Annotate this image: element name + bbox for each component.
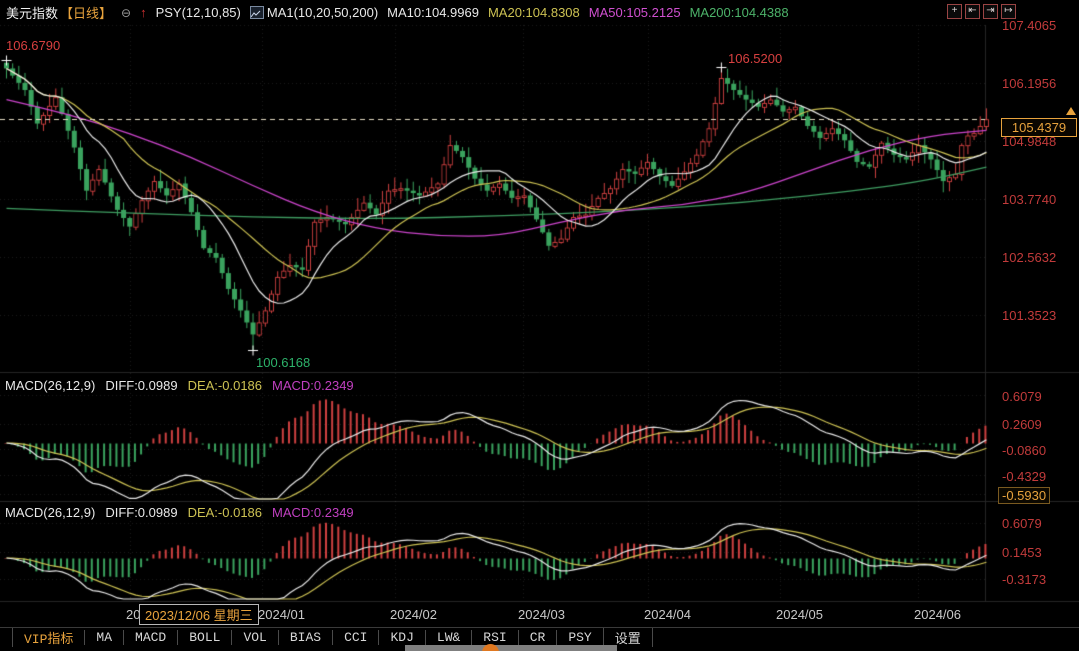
indicator-icon[interactable] [249,6,264,19]
current-price-box: 105.4379 [1001,118,1077,137]
macd2-axis-label: 0.1453 [1002,545,1042,560]
macd2-title[interactable]: MACD(26,12,9) [5,505,95,520]
macd2-axis-label: -0.3173 [1002,572,1047,587]
price-axis-label: 101.3523 [1002,308,1057,323]
ma200-value: MA200:104.4388 [689,5,789,20]
high-annotation-left: 106.6790 [6,38,61,53]
macd2-axis-label: 0.6079 [1002,516,1042,531]
month-label: 2024/02 [390,607,437,622]
macd2-macd-value: MACD:0.2349 [272,505,354,520]
chart-app: 美元指数 【日线】 ⊖ ↑ PSY(12,10,85) MA1(10,20,50… [0,0,1079,651]
macd2-dea-value: DEA:-0.0186 [187,505,263,520]
month-label: 2024/03 [518,607,565,622]
tab-kdj[interactable]: KDJ [378,630,424,645]
indicator-tab-bar: VIP指标 MA MACD BOLL VOL BIAS CCI KDJ LW& RSI CR PSY 设… [0,627,1079,647]
tab-lw[interactable]: LW& [424,630,471,645]
macd1-axis-label: -0.5930 [998,487,1051,504]
price-axis-label: 107.4065 [1002,18,1057,33]
macd1-dea-value: DEA:-0.0186 [187,378,263,393]
tab-boll[interactable]: BOLL [177,630,231,645]
period-label[interactable]: 【日线】 [60,3,112,22]
ma-group-label[interactable]: MA1(10,20,50,200) [267,5,378,20]
macd1-axis-label: 0.6079 [1002,389,1042,404]
tab-macd[interactable]: MACD [123,630,177,645]
tab-cci[interactable]: CCI [332,630,378,645]
price-axis-label: 102.5632 [1002,250,1057,265]
tab-bias[interactable]: BIAS [277,630,332,645]
macd1-title[interactable]: MACD(26,12,9) [5,378,95,393]
shift-right-icon[interactable]: ⇥ [983,4,998,19]
symbol-name: 美元指数 [6,6,59,21]
macd1-axis-label: 0.2609 [1002,417,1042,432]
tab-rsi[interactable]: RSI [471,630,517,645]
month-label: 2024/06 [914,607,961,622]
tab-psy[interactable]: PSY [556,630,602,645]
bottom-scrollbar[interactable] [405,645,617,651]
high-annotation-mid: 106.5200 [728,51,783,66]
ma50-value: MA50:105.2125 [588,5,681,20]
tab-ma[interactable]: MA [84,630,123,645]
shift-left-icon[interactable]: ⇤ [965,4,980,19]
month-label: 2024/01 [258,607,305,622]
price-marker-triangle-icon [1066,107,1076,115]
tab-vol[interactable]: VOL [231,630,277,645]
macd-panel2-header: MACD(26,12,9) DIFF:0.0989 DEA:-0.0186 MA… [5,505,354,520]
collapse-icon[interactable]: ⊖ [121,6,131,20]
macd2-diff-value: DIFF:0.0989 [105,505,178,520]
up-arrow-icon: ↑ [140,5,147,20]
jump-latest-icon[interactable]: ↦ [1001,4,1016,19]
tab-vip[interactable]: VIP指标 [12,628,84,647]
macd1-axis-label: -0.0860 [1002,443,1047,458]
price-axis-label: 103.7740 [1002,192,1057,207]
month-label: 2024/05 [776,607,823,622]
macd-panel1-header: MACD(26,12,9) DIFF:0.0989 DEA:-0.0186 MA… [5,378,354,393]
chart-canvas[interactable] [0,0,1079,651]
pan-icon[interactable]: + [947,4,962,19]
low-annotation: 100.6168 [256,355,311,370]
macd1-diff-value: DIFF:0.0989 [105,378,178,393]
macd1-axis-label: -0.4329 [1002,469,1047,484]
month-label: 2024/04 [644,607,691,622]
tab-cr[interactable]: CR [517,630,557,645]
top-right-toolbar: + ⇤ ⇥ ↦ [947,4,1016,19]
psy-indicator-label[interactable]: PSY(12,10,85) [156,5,241,20]
macd1-macd-value: MACD:0.2349 [272,378,354,393]
ma20-value: MA20:104.8308 [487,5,580,20]
price-axis-label: 106.1956 [1002,76,1057,91]
ma10-value: MA10:104.9969 [387,5,479,20]
crosshair-date-box: 2023/12/06 星期三 [139,604,259,625]
chart-header: 美元指数 【日线】 ⊖ ↑ PSY(12,10,85) MA1(10,20,50… [6,3,789,22]
